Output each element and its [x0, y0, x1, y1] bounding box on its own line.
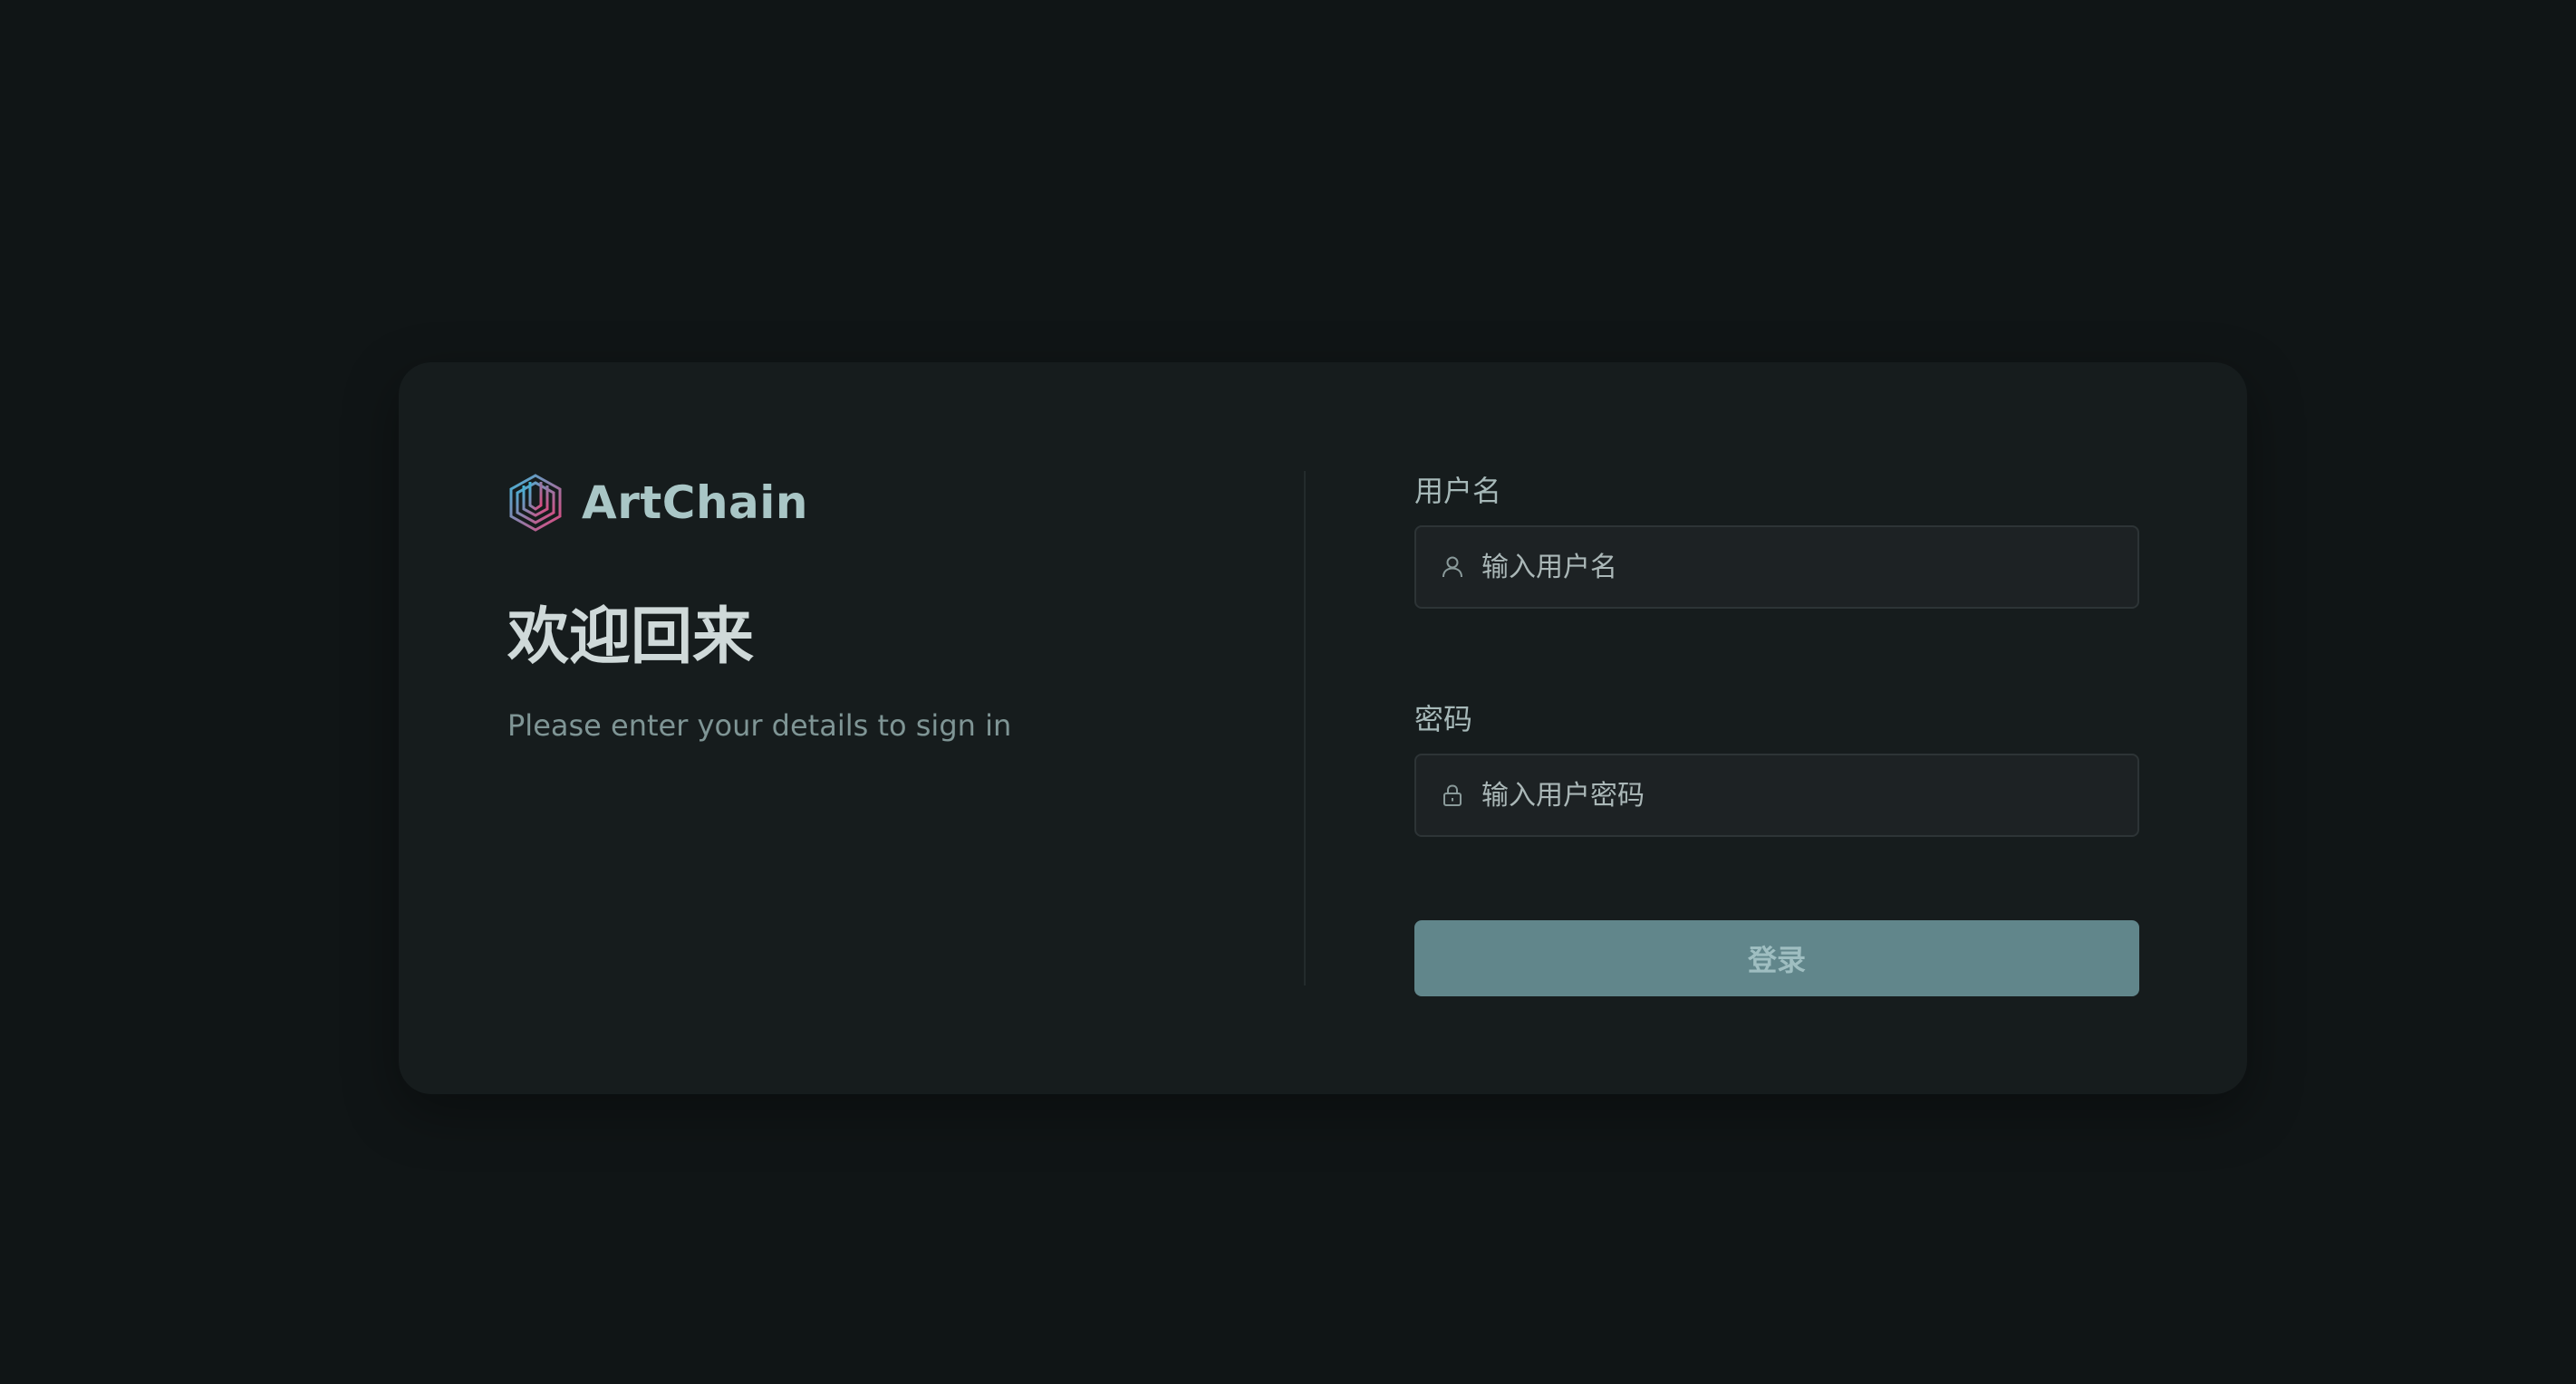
username-label: 用户名 [1414, 474, 1502, 508]
password-field-group: 密码 [1414, 699, 2139, 837]
brand: ArtChain [507, 471, 1250, 534]
password-input[interactable] [1480, 758, 2137, 832]
panel-divider [1304, 471, 1306, 985]
login-card: ArtChain 欢迎回来 Please enter your details … [399, 362, 2247, 1094]
user-icon [1440, 554, 1465, 580]
hexagon-logo-icon [507, 473, 564, 533]
username-input[interactable] [1480, 530, 2137, 604]
password-label: 密码 [1414, 702, 1473, 736]
welcome-subtitle: Please enter your details to sign in [507, 708, 1012, 743]
password-input-wrapper[interactable] [1414, 754, 2139, 837]
welcome-title: 欢迎回来 [507, 601, 755, 673]
lock-icon [1440, 783, 1465, 808]
login-form: 用户名 密码 [1414, 471, 2139, 996]
login-button[interactable]: 登录 [1414, 920, 2139, 996]
username-field-group: 用户名 [1414, 471, 2139, 609]
intro-panel: ArtChain 欢迎回来 Please enter your details … [507, 471, 1250, 743]
username-input-wrapper[interactable] [1414, 525, 2139, 609]
brand-name: ArtChain [582, 476, 809, 529]
